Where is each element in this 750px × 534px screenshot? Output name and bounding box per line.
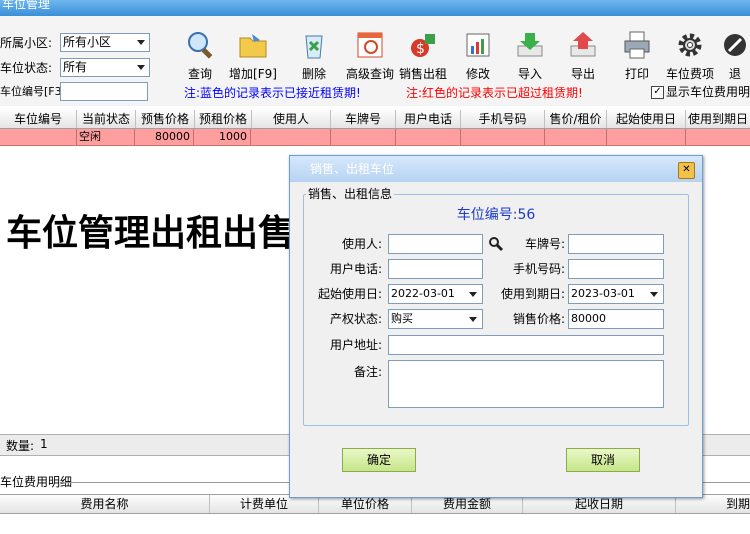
status-label: 车位状态: [0,61,53,75]
column-header[interactable]: 预售价格 [136,110,195,128]
mobile-label: 手机号码: [512,262,565,276]
start-date-label: 起始使用日: [317,287,382,301]
mobile-input[interactable] [568,259,664,279]
export-arrow-icon [570,32,596,57]
count-value: 1 [40,437,48,451]
ok-button[interactable]: 确定 [342,448,416,472]
address-label: 用户地址: [329,338,382,352]
import-button[interactable]: 导入 [505,28,555,81]
delete-button[interactable]: 删除 [289,28,339,81]
price-label: 销售价格: [512,312,565,326]
start-date-picker[interactable]: 2022-03-01 [388,284,483,304]
spot-number-input[interactable] [60,82,148,101]
chevron-down-icon [137,40,145,45]
spot-number-label: 车位编号[F3] [0,85,66,98]
fee-items-button[interactable]: 车位费项 [665,28,715,81]
community-select[interactable]: 所有小区 [60,33,150,52]
chevron-down-icon [137,65,145,70]
overlay-caption: 车位管理出租出售。 [6,213,331,254]
groupbox-legend: 销售、出租信息 [306,186,395,202]
cancel-button[interactable]: 取消 [566,448,640,472]
remark-textarea[interactable] [388,360,664,408]
window-title: 车位管理 [2,0,51,11]
gear-icon [678,33,702,57]
exit-button[interactable]: 退 [720,28,750,80]
add-button[interactable]: 增加[F9] [228,28,278,81]
address-input[interactable] [388,335,664,355]
phone-label: 用户电话: [329,262,382,276]
plate-input[interactable] [568,234,664,254]
advanced-query-button[interactable]: 高级查询 [344,28,396,81]
user-input[interactable] [388,234,483,254]
column-header[interactable]: 起始使用日 [607,110,686,128]
remark-label: 备注: [353,365,382,379]
magnifier-icon [188,32,213,59]
column-header[interactable]: 用户电话 [396,110,461,128]
column-header[interactable]: 费用名称 [0,495,210,513]
window-titlebar: 车位管理 [0,0,750,16]
column-header[interactable]: 当前状态 [77,110,136,128]
column-header[interactable]: 使用人 [252,110,331,128]
ownership-label: 产权状态: [329,312,382,326]
row-spot-no [0,129,77,145]
chart-edit-icon [466,33,490,57]
user-label: 使用人: [341,237,382,251]
price-input[interactable]: 80000 [568,309,664,329]
advanced-search-icon [357,32,383,58]
sell-rent-dialog: 销售、出租车位 ✕ 销售、出租信息 车位编号:56 使用人: 车牌号: 用户电话… [289,155,703,498]
dialog-titlebar[interactable]: 销售、出租车位 [290,156,702,182]
end-date-label: 使用到期日: [500,287,565,301]
show-fee-label: 显示车位费用明 [666,85,750,99]
dialog-title: 销售、出租车位 [310,162,395,176]
column-header[interactable]: 手机号码 [461,110,545,128]
status-select-value: 所有 [63,60,88,74]
import-arrow-icon [517,33,543,57]
column-header[interactable]: 预租价格 [195,110,252,128]
chevron-down-icon [650,292,658,297]
row-status: 空闲 [77,129,135,145]
exit-icon [724,34,746,56]
chevron-down-icon [469,317,477,322]
column-header[interactable]: 车位编号 [0,110,77,128]
chevron-down-icon [469,292,477,297]
spot-number-display: 车位编号:56 [456,207,536,223]
recycle-bin-icon [305,35,323,59]
red-note: 注:红色的记录表示已超过租赁期! [406,86,583,100]
column-header[interactable]: 车牌号 [331,110,396,128]
folder-add-icon [239,34,267,58]
query-button[interactable]: 查询 [175,28,225,81]
ownership-select[interactable]: 购买 [388,309,483,329]
phone-input[interactable] [388,259,483,279]
column-header[interactable]: 使用到期日 [686,110,750,128]
svg-text:$: $ [416,41,425,57]
dollar-icon: $ [411,34,435,57]
community-select-value: 所有小区 [63,35,112,49]
status-select[interactable]: 所有 [60,58,150,77]
export-button[interactable]: 导出 [558,28,608,81]
edit-button[interactable]: 修改 [453,28,503,81]
column-header[interactable]: 售价/租价 [545,110,607,128]
show-fee-checkbox[interactable]: ✓ [651,86,664,99]
row-sale-price: 80000 [136,129,194,145]
plate-label: 车牌号: [524,237,565,251]
count-label: 数量: [6,439,35,453]
sell-rent-button[interactable]: $ 销售出租 [398,28,448,81]
table-row[interactable]: 空闲 80000 1000 [0,129,750,146]
printer-icon [624,31,650,59]
grid-header: 车位编号 当前状态 预售价格 预租价格 使用人 车牌号 用户电话 手机号码 售价… [0,110,750,129]
print-button[interactable]: 打印 [612,28,662,81]
close-icon[interactable]: ✕ [678,162,695,179]
row-rent-price: 1000 [195,129,251,145]
community-label: 所属小区: [0,36,53,50]
blue-note: 注:蓝色的记录表示已接近租赁期! [184,86,361,100]
end-date-picker[interactable]: 2023-03-01 [568,284,664,304]
